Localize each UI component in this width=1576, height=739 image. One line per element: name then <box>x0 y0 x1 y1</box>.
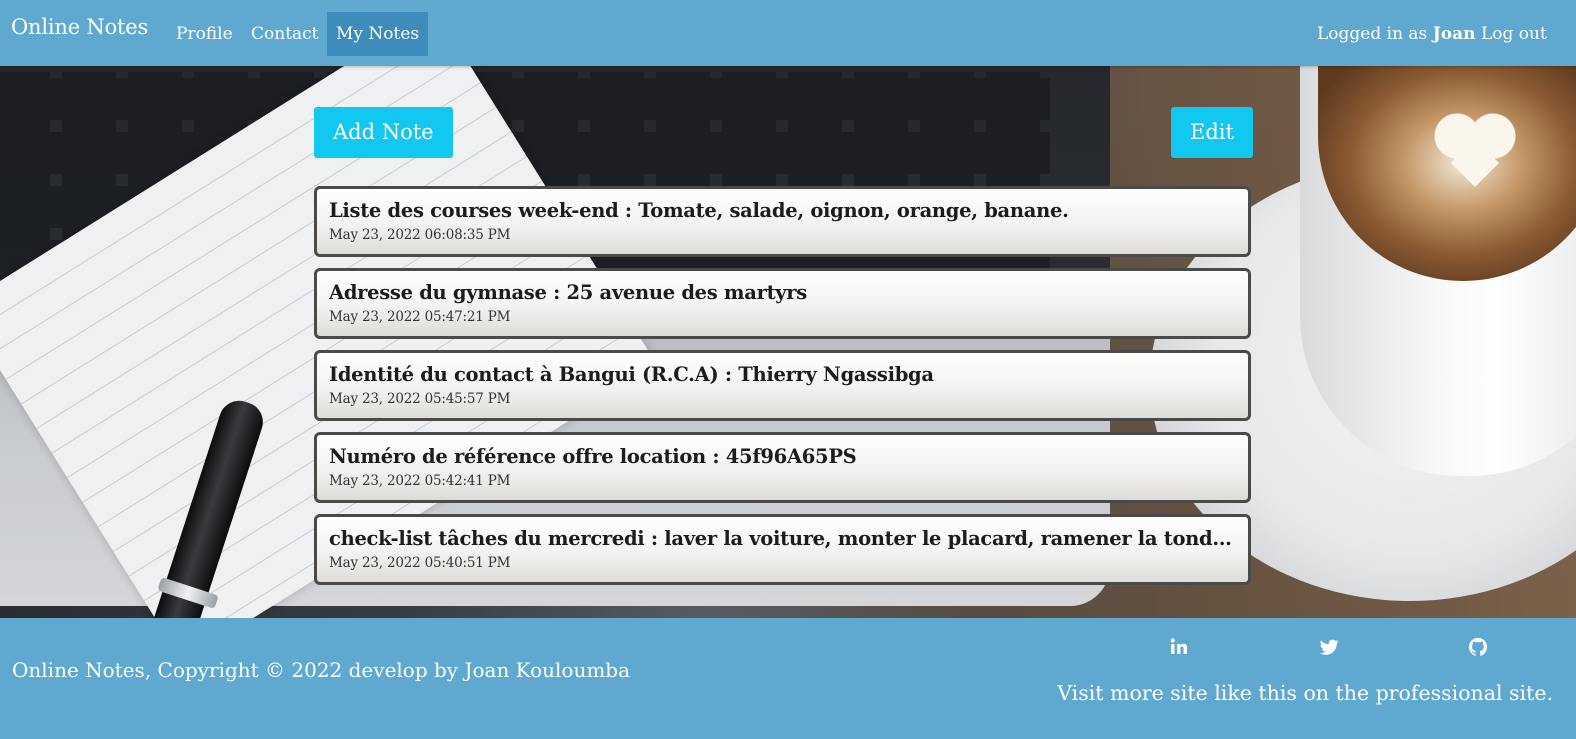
copyright-text: Online Notes, Copyright © 2022 develop b… <box>12 658 631 682</box>
twitter-icon[interactable] <box>1318 636 1340 658</box>
professional-site-text[interactable]: Visit more site like this on the profess… <box>1057 681 1553 705</box>
note-date: May 23, 2022 06:08:35 PM <box>329 227 511 243</box>
note-date: May 23, 2022 05:45:57 PM <box>329 391 511 407</box>
edit-button[interactable]: Edit <box>1171 107 1253 158</box>
note-card[interactable]: Identité du contact à Bangui (R.C.A) : T… <box>314 350 1251 421</box>
logout-link[interactable]: Log out <box>1481 12 1547 56</box>
add-note-button[interactable]: Add Note <box>314 107 453 158</box>
navbar: Online Notes Profile Contact My Notes Lo… <box>0 0 1576 66</box>
note-title: Numéro de référence offre location : 45f… <box>329 445 857 468</box>
logged-in-status: Logged in as Joan <box>1317 12 1475 56</box>
note-title: check-list tâches du mercredi : laver la… <box>329 527 1236 550</box>
nav-link-profile[interactable]: Profile <box>167 12 242 56</box>
linkedin-icon[interactable] <box>1168 636 1190 658</box>
note-title: Adresse du gymnase : 25 avenue des marty… <box>329 281 807 304</box>
note-title: Liste des courses week-end : Tomate, sal… <box>329 199 1069 222</box>
latte-art-image <box>1430 108 1520 188</box>
brand-logo[interactable]: Online Notes <box>11 15 148 39</box>
note-date: May 23, 2022 05:40:51 PM <box>329 555 511 571</box>
nav-link-contact[interactable]: Contact <box>242 12 328 56</box>
github-icon[interactable] <box>1467 636 1489 658</box>
username: Joan <box>1432 24 1476 44</box>
logged-in-label: Logged in as <box>1317 24 1428 44</box>
note-title: Identité du contact à Bangui (R.C.A) : T… <box>329 363 934 386</box>
nav-link-my-notes[interactable]: My Notes <box>327 12 429 56</box>
note-card[interactable]: Numéro de référence offre location : 45f… <box>314 432 1251 503</box>
note-card[interactable]: Liste des courses week-end : Tomate, sal… <box>314 186 1251 257</box>
note-date: May 23, 2022 05:42:41 PM <box>329 473 511 489</box>
note-card[interactable]: Adresse du gymnase : 25 avenue des marty… <box>314 268 1251 339</box>
note-date: May 23, 2022 05:47:21 PM <box>329 309 511 325</box>
footer: Online Notes, Copyright © 2022 develop b… <box>0 618 1576 739</box>
note-card[interactable]: check-list tâches du mercredi : laver la… <box>314 514 1251 585</box>
notes-list: Liste des courses week-end : Tomate, sal… <box>314 186 1251 596</box>
